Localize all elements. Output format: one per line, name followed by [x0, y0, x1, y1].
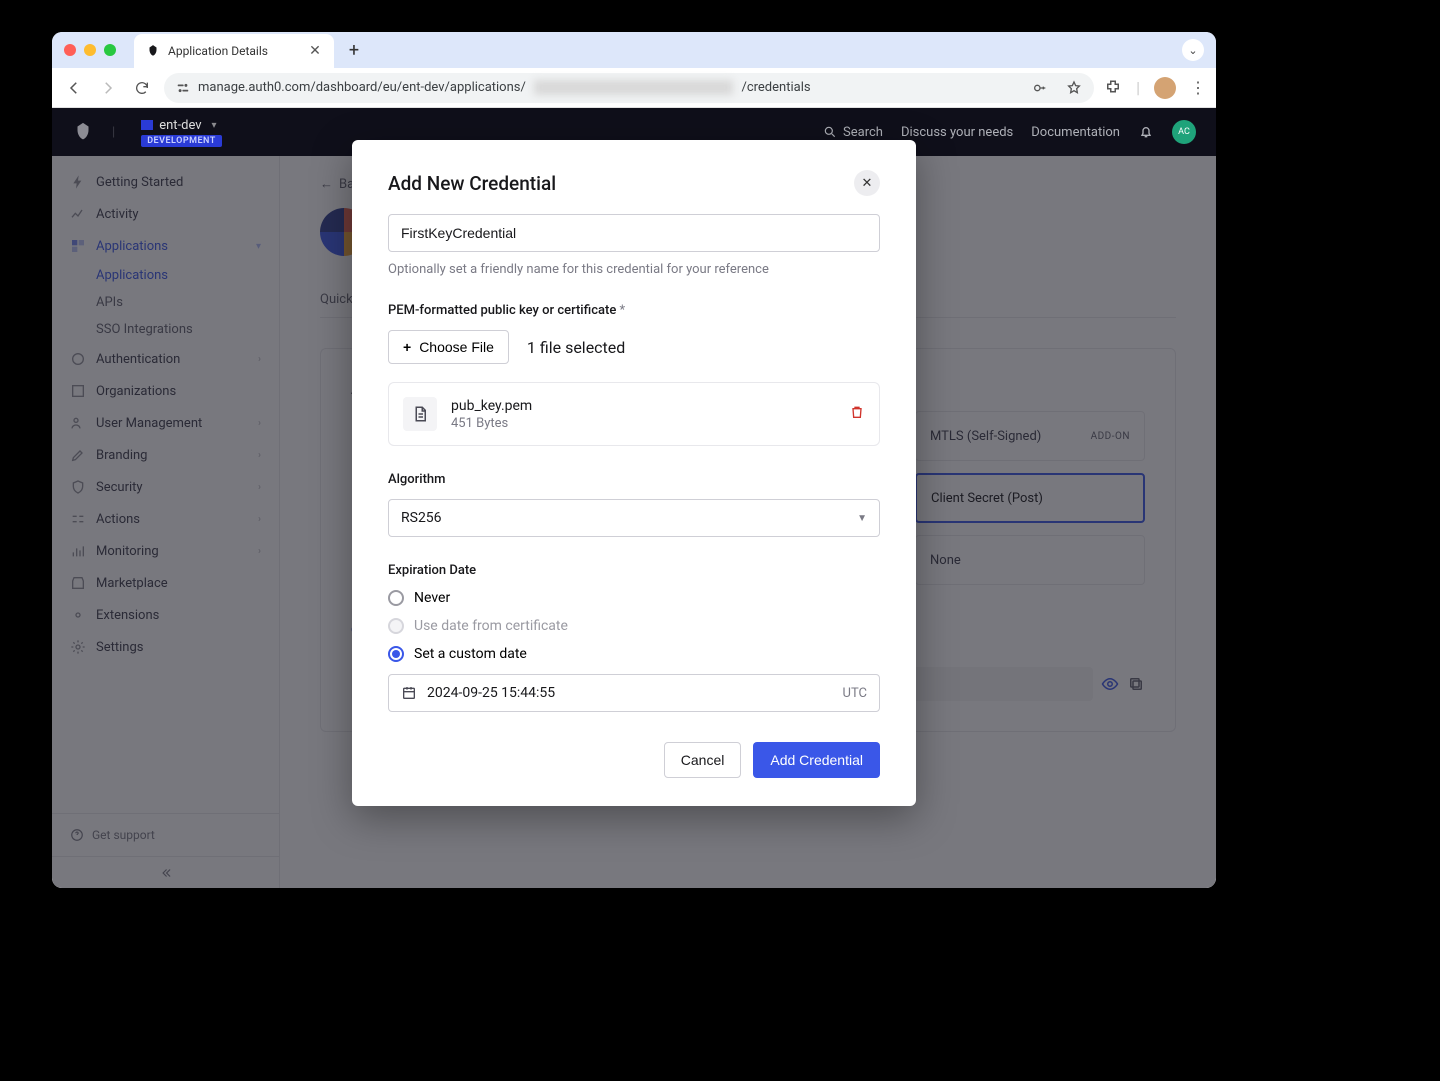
choose-file-button[interactable]: + Choose File: [388, 330, 509, 364]
radio-icon: [388, 590, 404, 606]
environment-badge: DEVELOPMENT: [141, 135, 222, 147]
arrow-left-icon: [65, 79, 83, 97]
file-size: 451 Bytes: [451, 416, 532, 431]
plus-icon: +: [403, 339, 411, 355]
radio-custom-date[interactable]: Set a custom date: [388, 646, 880, 662]
close-tab-icon[interactable]: ✕: [308, 44, 322, 58]
uploaded-file-card: pub_key.pem 451 Bytes: [388, 382, 880, 446]
date-value: 2024-09-25 15:44:55: [427, 685, 555, 701]
notifications-bell-icon[interactable]: [1138, 124, 1154, 140]
date-timezone: UTC: [843, 686, 867, 701]
tenant-switcher[interactable]: ent-dev ▾ DEVELOPMENT: [141, 118, 222, 147]
url-prefix: manage.auth0.com/dashboard/eu/ent-dev/ap…: [198, 80, 526, 95]
browser-window: Application Details ✕ + ⌄ manage.auth0.c…: [52, 32, 1216, 888]
url-redacted: XXXXXXXXXXXXXXXXXXXXXXXX: [534, 80, 734, 95]
tenant-name: ent-dev: [159, 118, 201, 133]
modal-title: Add New Credential: [388, 172, 556, 195]
maximize-window-button[interactable]: [104, 44, 116, 56]
chevron-down-icon: ▼: [857, 513, 867, 524]
chrome-menu-button[interactable]: ⋮: [1190, 78, 1206, 97]
modal-footer: Cancel Add Credential: [352, 732, 916, 806]
search-icon: [823, 125, 837, 139]
url-suffix: /credentials: [741, 80, 810, 95]
credential-name-hint: Optionally set a friendly name for this …: [388, 262, 880, 277]
eu-flag-icon: [141, 120, 153, 130]
bookmark-star-icon[interactable]: [1066, 80, 1082, 96]
minimize-window-button[interactable]: [84, 44, 96, 56]
new-tab-button[interactable]: +: [340, 36, 368, 64]
close-window-button[interactable]: [64, 44, 76, 56]
custom-date-input[interactable]: 2024-09-25 15:44:55 UTC: [388, 674, 880, 712]
chrome-url-bar: manage.auth0.com/dashboard/eu/ent-dev/ap…: [52, 68, 1216, 108]
password-key-icon[interactable]: [1032, 80, 1048, 96]
arrow-right-icon: [99, 79, 117, 97]
site-settings-icon: [176, 81, 190, 95]
reload-icon: [134, 80, 150, 96]
algorithm-value: RS256: [401, 510, 442, 526]
radio-never[interactable]: Never: [388, 590, 880, 606]
window-controls: [64, 44, 116, 56]
search-link[interactable]: Search: [823, 125, 883, 140]
chrome-tab-bar: Application Details ✕ + ⌄: [52, 32, 1216, 68]
file-name: pub_key.pem: [451, 398, 532, 414]
address-bar[interactable]: manage.auth0.com/dashboard/eu/ent-dev/ap…: [164, 73, 1094, 103]
documentation-link[interactable]: Documentation: [1031, 125, 1120, 140]
profile-avatar[interactable]: [1154, 77, 1176, 99]
user-avatar[interactable]: AC: [1172, 120, 1196, 144]
auth0-favicon-icon: [146, 44, 160, 58]
forward-button[interactable]: [96, 76, 120, 100]
auth0-logo-icon: [72, 121, 94, 143]
remove-file-button[interactable]: [849, 404, 865, 424]
pem-label: PEM-formatted public key or certificate: [388, 303, 880, 318]
algorithm-select[interactable]: RS256 ▼: [388, 499, 880, 537]
tab-title: Application Details: [168, 44, 268, 58]
browser-tab[interactable]: Application Details ✕: [134, 34, 334, 68]
cancel-button[interactable]: Cancel: [664, 742, 742, 778]
expiration-label: Expiration Date: [388, 563, 880, 578]
add-credential-modal: Add New Credential ✕ Optionally set a fr…: [352, 140, 916, 806]
calendar-icon: [401, 685, 417, 701]
extensions-icon[interactable]: [1104, 79, 1122, 97]
file-selected-text: 1 file selected: [527, 338, 625, 357]
radio-use-cert-date: Use date from certificate: [388, 618, 880, 634]
discuss-link[interactable]: Discuss your needs: [901, 125, 1013, 140]
credential-name-input[interactable]: [388, 214, 880, 252]
radio-icon: [388, 618, 404, 634]
radio-icon: [388, 646, 404, 662]
file-document-icon: [403, 397, 437, 431]
chevron-down-icon: ▾: [212, 120, 217, 131]
add-credential-button[interactable]: Add Credential: [753, 742, 880, 778]
modal-close-button[interactable]: ✕: [854, 170, 880, 196]
tabs-dropdown-button[interactable]: ⌄: [1182, 39, 1204, 61]
back-button[interactable]: [62, 76, 86, 100]
chrome-actions: | ⋮: [1104, 77, 1206, 99]
algorithm-label: Algorithm: [388, 472, 880, 487]
reload-button[interactable]: [130, 76, 154, 100]
trash-icon: [849, 404, 865, 420]
close-icon: ✕: [862, 176, 873, 191]
